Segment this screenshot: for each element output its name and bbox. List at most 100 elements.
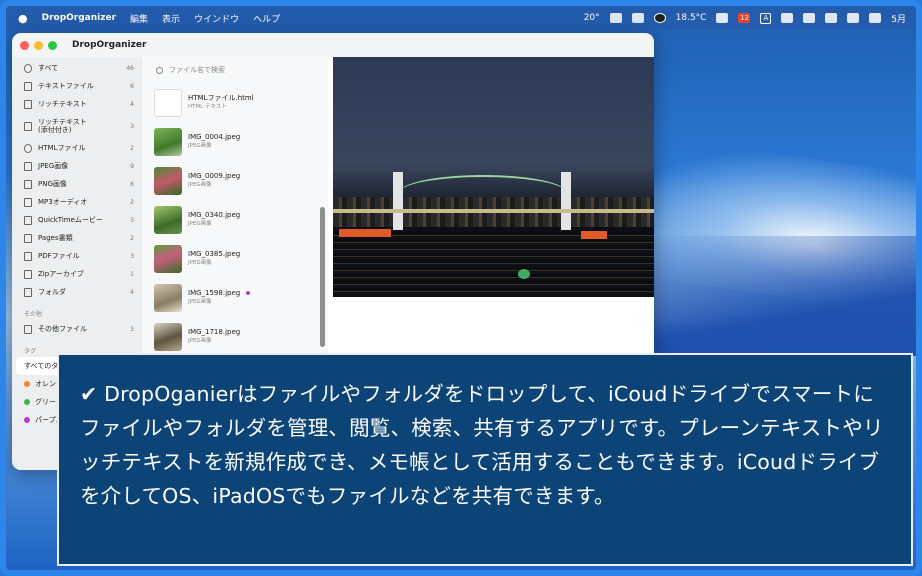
sidebar-item-count: 3 [130, 216, 134, 224]
wallpaper-band [646, 236, 916, 356]
sidebar-item-quicktime[interactable]: QuickTimeムービー 3 [12, 211, 142, 229]
battery-icon[interactable] [781, 13, 794, 23]
menu-view[interactable]: 表示 [162, 12, 180, 25]
sidebar-item-count: 4 [130, 100, 134, 108]
moon-icon[interactable] [653, 13, 666, 23]
movie-icon [24, 215, 32, 225]
all-icon [24, 63, 32, 73]
file-thumbnail [154, 166, 182, 195]
menu-edit[interactable]: 編集 [130, 12, 148, 25]
sidebar-item-count: 4 [130, 288, 134, 296]
file-type: JPEG画像 [188, 143, 212, 149]
file-thumbnail [154, 88, 182, 117]
calendar-icon[interactable]: 12 [738, 13, 751, 23]
sidebar-item-pdf[interactable]: PDFファイル 3 [12, 247, 142, 265]
rocket-icon[interactable] [609, 13, 622, 23]
search-field[interactable]: ファイル名で検索 [142, 57, 328, 83]
menu-window[interactable]: ウインドウ [194, 12, 239, 25]
sidebar-item-label: PDFファイル [38, 252, 80, 260]
sidebar-item-pages[interactable]: Pages書類 2 [12, 229, 142, 247]
green-tag-icon [24, 399, 30, 405]
temperature-status[interactable]: 18.5°C [676, 13, 707, 23]
callout-text: ✔ DropOganierはファイルやフォルダをドロップして、iCoudドライブ… [80, 382, 884, 508]
sidebar-item-all[interactable]: すべて 46 [12, 59, 142, 77]
file-row[interactable]: IMG_0385.jpeg JPEG画像 [142, 239, 328, 278]
file-type: JPEG画像 [188, 338, 212, 344]
minimize-window-button[interactable] [34, 40, 43, 50]
wifi-icon[interactable] [847, 13, 860, 23]
sidebar-item-count: 1 [130, 270, 134, 278]
bridge-deck [333, 209, 654, 213]
sidebar-item-count: 2 [130, 234, 134, 242]
folder-icon [24, 287, 32, 297]
image-icon [24, 179, 32, 189]
file-row[interactable]: IMG_0340.jpeg JPEG画像 [142, 200, 328, 239]
file-thumbnail [154, 322, 182, 351]
search-icon [156, 66, 163, 74]
sidebar-item-zip[interactable]: Zipアーカイブ 1 [12, 265, 142, 283]
file-type: JPEG画像 [188, 182, 212, 188]
green-light [518, 269, 530, 279]
sidebar-item-count: 3 [130, 252, 134, 260]
archive-icon [24, 269, 32, 279]
apple-menu-icon[interactable]: ● [18, 12, 28, 25]
file-type: JPEG画像 [188, 260, 212, 266]
boat [339, 229, 391, 237]
weather-status[interactable]: 20° [584, 13, 600, 23]
purple-tag-icon [24, 417, 30, 423]
document-icon [24, 99, 32, 109]
sidebar-item-count: 6 [130, 82, 134, 90]
sidebar-item-jpeg[interactable]: JPEG画像 9 [12, 157, 142, 175]
document-icon [24, 81, 32, 91]
sidebar-item-mp3[interactable]: MP3オーディオ 2 [12, 193, 142, 211]
sidebar-item-label: Pages書類 [38, 234, 73, 242]
orange-tag-icon [24, 381, 30, 387]
close-window-button[interactable] [20, 40, 29, 50]
file-name: IMG_0385.jpeg [188, 250, 241, 258]
sidebar-item-label: すべて [38, 64, 59, 72]
file-thumbnail [154, 283, 182, 312]
image-icon [24, 161, 32, 171]
sidebar-item-png[interactable]: PNG画像 6 [12, 175, 142, 193]
menubar-date[interactable]: 5月 [891, 12, 906, 25]
menu-help[interactable]: ヘルプ [253, 12, 280, 25]
sidebar-item-label: Zipアーカイブ [38, 270, 84, 278]
sidebar-item-rich-text[interactable]: リッチテキスト 4 [12, 95, 142, 113]
sidebar-item-label: JPEG画像 [38, 162, 69, 170]
sidebar-item-other-files[interactable]: その他ファイル 3 [12, 320, 142, 338]
desktop: ● DropOrganizer 編集 表示 ウインドウ ヘルプ 20° 18.5… [0, 0, 922, 576]
zoom-window-button[interactable] [48, 40, 57, 50]
sidebar-item-rich-text-attachments[interactable]: リッチテキスト (添付付き) 3 [12, 113, 142, 139]
sidebar-item-folder[interactable]: フォルダ 4 [12, 283, 142, 301]
file-row[interactable]: IMG_0004.jpeg JPEG画像 [142, 122, 328, 161]
input-mode-indicator[interactable]: A [760, 12, 772, 24]
file-row[interactable]: IMG_0009.jpeg JPEG画像 [142, 161, 328, 200]
sidebar-item-text-file[interactable]: テキストファイル 6 [12, 77, 142, 95]
file-row[interactable]: HTMLファイル.html HTML テキスト [142, 83, 328, 122]
globe-status-icon[interactable] [631, 13, 644, 23]
pdf-icon [24, 251, 32, 261]
sidebar-item-count: 2 [130, 198, 134, 206]
search-placeholder: ファイル名で検索 [169, 66, 225, 74]
dropbox-icon[interactable] [825, 13, 838, 23]
sidebar-item-label: フォルダ [38, 288, 66, 296]
sidebar-item-count: 3 [130, 325, 134, 333]
sidebar-item-count: 6 [130, 180, 134, 188]
sidebar-item-count: 9 [130, 162, 134, 170]
file-row[interactable]: IMG_1718.jpeg JPEG画像 [142, 317, 328, 356]
file-name: IMG_0340.jpeg [188, 211, 241, 219]
file-row[interactable]: IMG_1598.jpeg JPEG画像 [142, 278, 328, 317]
file-list-scrollbar[interactable] [320, 207, 325, 347]
file-name: IMG_0009.jpeg [188, 172, 241, 180]
control-center-icon[interactable] [869, 13, 882, 23]
document-icon [24, 121, 32, 131]
sidebar-item-html[interactable]: HTMLファイル 2 [12, 139, 142, 157]
sidebar-item-label: QuickTimeムービー [38, 216, 103, 224]
description-callout: ✔ DropOganierはファイルやフォルダをドロップして、iCoudドライブ… [57, 353, 913, 566]
cat-icon[interactable] [716, 13, 729, 23]
menu-app-name[interactable]: DropOrganizer [42, 13, 116, 23]
spotlight-search-icon[interactable] [803, 13, 816, 23]
file-type: JPEG画像 [188, 221, 212, 227]
globe-icon [24, 143, 32, 153]
window-titlebar[interactable]: DropOrganizer [12, 33, 654, 57]
